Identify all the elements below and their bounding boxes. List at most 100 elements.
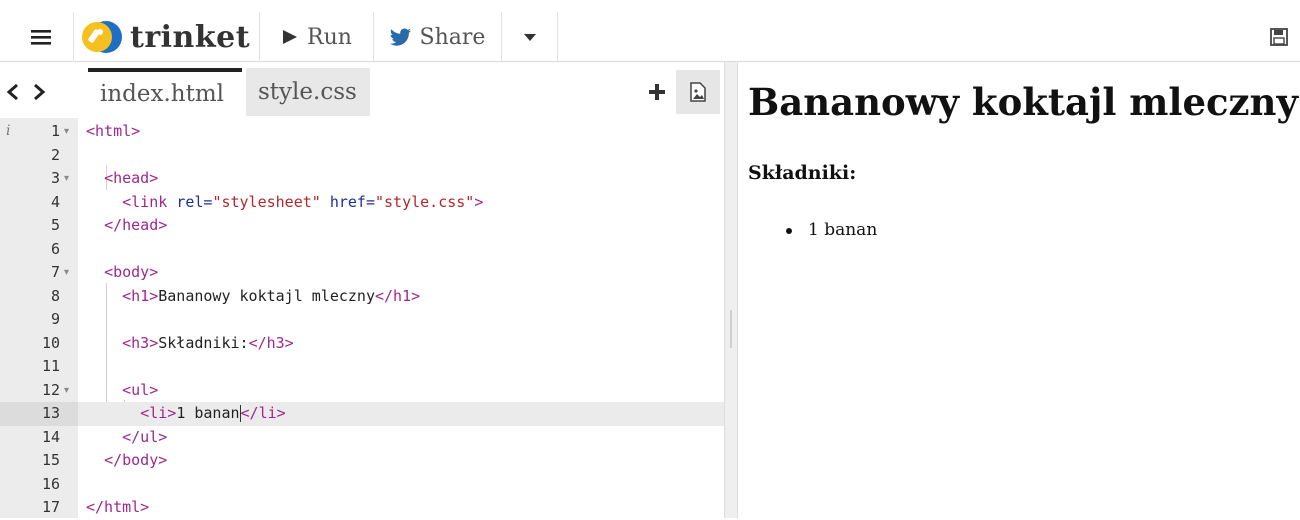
floppy-icon	[1270, 28, 1288, 46]
fold-toggle-icon[interactable]: ▾	[64, 379, 69, 403]
code-line[interactable]: 13 <li>1 banan</li>	[0, 402, 724, 426]
info-marker[interactable]: i	[6, 120, 10, 144]
code-token: 1 banan	[176, 404, 240, 422]
pane-splitter[interactable]	[724, 62, 738, 518]
code-line[interactable]: 8 <h1>Bananowy koktajl mleczny</h1>	[0, 285, 724, 309]
preview-list-item: 1 banan	[808, 220, 878, 240]
code-line[interactable]: 10 <h3>Składniki:</h3>	[0, 332, 724, 356]
code-text: <h3>Składniki:</h3>	[86, 332, 294, 356]
code-token: Składniki:	[158, 333, 249, 352]
code-token: href=	[320, 192, 375, 211]
more-menu-button[interactable]	[502, 12, 558, 62]
code-line[interactable]: 17 </html>	[0, 496, 724, 520]
file-tabs: index.html style.css	[0, 62, 724, 118]
chevron-left-icon[interactable]	[6, 83, 20, 101]
menu-button[interactable]	[8, 12, 74, 62]
code-token: <link	[122, 192, 177, 211]
fold-toggle-icon[interactable]: ▾	[64, 120, 69, 144]
play-icon	[283, 30, 298, 44]
code-token: </h3>	[248, 333, 294, 352]
image-library-button[interactable]	[676, 70, 720, 114]
fold-toggle-icon[interactable]: ▾	[64, 167, 69, 191]
fold-toggle-icon[interactable]: ▾	[64, 261, 69, 285]
code-text: <link rel="stylesheet" href="style.css">	[86, 191, 483, 215]
code-line[interactable]: 5 </head>	[0, 214, 724, 238]
code-text: <li>1 banan</li>	[86, 402, 286, 426]
line-number: 8	[50, 286, 60, 305]
code-text: </head>	[86, 214, 167, 238]
line-number: 3	[50, 169, 60, 187]
code-line[interactable]: 14 </ul>	[0, 426, 724, 450]
code-token: </ul>	[122, 427, 168, 446]
run-label: Run	[307, 24, 352, 50]
share-label: Share	[419, 24, 486, 50]
tab-index-html[interactable]: index.html	[88, 68, 242, 116]
tab-label: index.html	[100, 81, 225, 107]
code-token: <html>	[86, 122, 141, 140]
code-token: </head>	[104, 216, 168, 234]
code-line[interactable]: i 1 ▾ <html>	[0, 120, 724, 144]
save-button[interactable]	[1270, 12, 1300, 62]
code-token: "stylesheet"	[212, 192, 321, 211]
code-text: </body>	[86, 449, 167, 473]
tab-label: style.css	[258, 79, 357, 105]
code-text: </ul>	[86, 426, 167, 450]
code-token: <head>	[104, 169, 159, 187]
code-line[interactable]: 9	[0, 308, 724, 332]
code-text: <body>	[86, 261, 158, 285]
code-token: Bananowy koktajl mleczny	[158, 286, 375, 305]
line-number: 14	[41, 427, 60, 446]
code-line[interactable]: 6	[0, 238, 724, 262]
code-token: rel=	[176, 192, 213, 211]
image-icon	[690, 82, 706, 102]
code-line[interactable]: 7 ▾ <body>	[0, 261, 724, 285]
preview-subheading: Składniki:	[748, 162, 857, 184]
tab-style-css[interactable]: style.css	[246, 68, 370, 116]
code-token: >	[474, 192, 484, 211]
line-number: 1	[50, 122, 60, 140]
share-button[interactable]: Share	[374, 12, 502, 62]
code-line[interactable]: 2	[0, 144, 724, 168]
code-line[interactable]: 16	[0, 473, 724, 497]
line-number: 2	[50, 145, 60, 164]
chevron-right-icon[interactable]	[32, 83, 46, 101]
code-line[interactable]: 15 </body>	[0, 449, 724, 473]
line-number: 10	[41, 333, 60, 352]
run-button[interactable]: Run	[260, 12, 374, 62]
code-area[interactable]: i 1 ▾ <html> 2 3 ▾ <head> 4 <link rel="styleshe…	[0, 118, 724, 518]
add-file-button[interactable]	[642, 74, 672, 110]
line-number: 15	[41, 451, 60, 469]
hamburger-icon	[30, 30, 51, 45]
line-number: 11	[41, 357, 60, 375]
code-token: <ul>	[122, 380, 159, 399]
list-bullet	[786, 228, 792, 234]
code-text: <ul>	[86, 379, 158, 403]
code-line[interactable]: 12 ▾ <ul>	[0, 379, 724, 403]
line-number: 12	[41, 380, 60, 399]
code-line[interactable]: 4 <link rel="stylesheet" href="style.css…	[0, 191, 724, 215]
code-token: <h3>	[122, 333, 159, 352]
code-token: </html>	[86, 498, 150, 516]
result-preview: Bananowy koktajl mleczny Składniki: 1 ba…	[738, 62, 1300, 518]
line-number: 9	[50, 310, 60, 328]
code-token: <h1>	[122, 286, 159, 305]
plus-icon	[649, 84, 665, 100]
code-line[interactable]: 11	[0, 355, 724, 379]
bird-icon	[389, 28, 411, 46]
trinket-logo[interactable]: trinket	[74, 12, 260, 62]
code-text: <head>	[86, 167, 158, 191]
splitter-grip	[730, 310, 732, 348]
code-line[interactable]: 3 ▾ <head>	[0, 167, 724, 191]
code-editor: index.html style.css i 1 ▾ <html> 2 3 ▾ <head>…	[0, 62, 724, 518]
code-token: "style.css"	[375, 192, 475, 211]
code-token: </body>	[104, 451, 168, 469]
line-number: 4	[50, 192, 60, 211]
caret-down-icon	[523, 34, 536, 41]
file-nav-arrows	[6, 72, 62, 112]
